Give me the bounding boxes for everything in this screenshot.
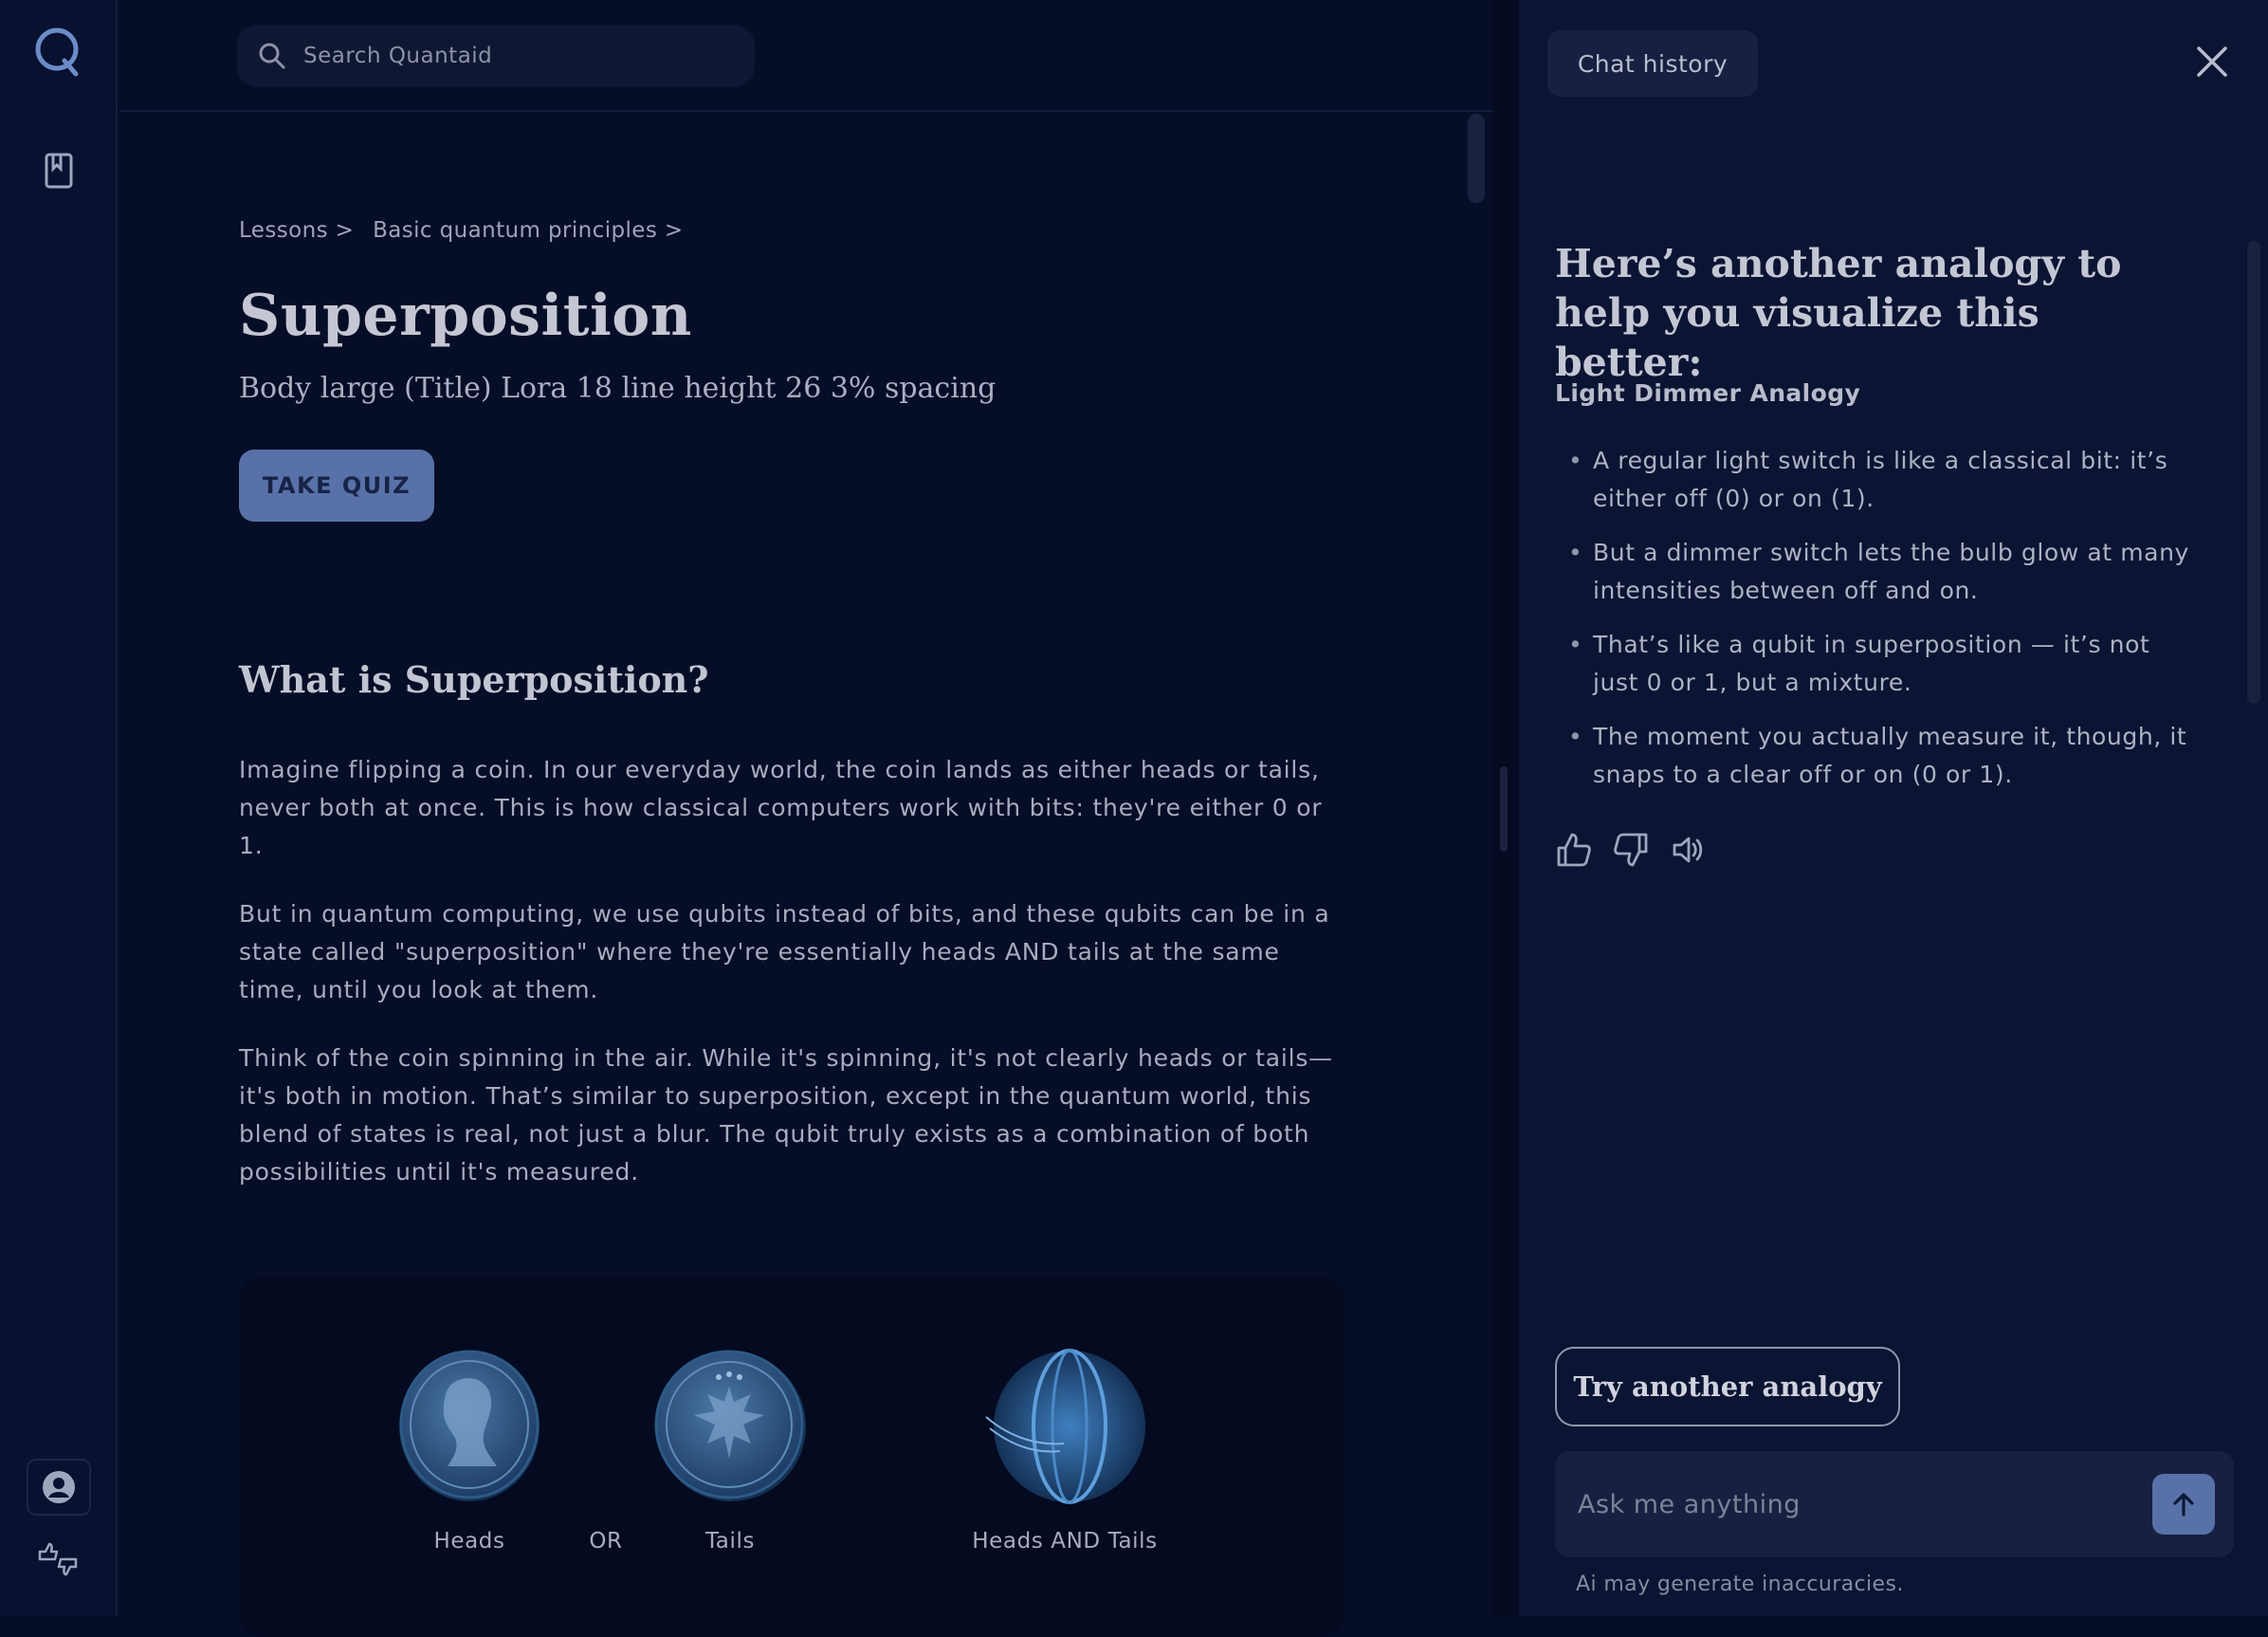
chat-input[interactable] [1578,1483,2109,1525]
breadcrumb: Lessons > Basic quantum principles > [239,218,695,243]
heads-and-tails-label: Heads AND Tails [972,1529,1158,1554]
chat-response-heading: Here’s another analogy to help you visua… [1555,241,2122,385]
analogy-list: A regular light switch is like a classic… [1555,442,2200,810]
list-item: The moment you actually measure it, thou… [1555,718,2200,794]
profile-button[interactable] [27,1459,91,1516]
list-item: A regular light switch is like a classic… [1555,442,2200,518]
paragraph: But in quantum computing, we use qubits … [239,900,1330,1003]
search-bar[interactable]: Search Quantaid [237,25,755,87]
section-title: What is Superposition? [239,658,709,701]
chat-history-button[interactable]: Chat history [1547,30,1758,97]
main-scrollbar[interactable] [1468,114,1485,203]
take-quiz-button[interactable]: TAKE QUIZ [239,450,434,522]
main-content: Search Quantaid Lessons > Basic quantum … [119,0,1492,1637]
analogy-title: Light Dimmer Analogy [1555,379,1861,407]
resize-handle[interactable] [1500,766,1508,852]
page-title: Superposition [239,283,692,349]
bookmark-icon[interactable] [42,152,76,190]
list-item: But a dimmer switch lets the bulb glow a… [1555,534,2200,610]
tails-label: Tails [704,1529,756,1554]
paragraph: Imagine flipping a coin. In our everyday… [239,756,1323,859]
response-actions [1555,831,1707,869]
spinning-coin-image [985,1349,1145,1504]
ai-disclaimer: Ai may generate inaccuracies. [1576,1573,1904,1596]
search-icon [259,43,285,69]
speaker-icon[interactable] [1669,831,1707,869]
breadcrumb-basic-principles[interactable]: Basic quantum principles > [373,218,684,243]
page-subtitle: Body large (Title) Lora 18 line height 2… [239,372,997,405]
chat-scrollbar[interactable] [2247,241,2260,704]
send-button[interactable] [2152,1474,2215,1535]
top-bar: Search Quantaid [119,0,1492,112]
left-rail [0,0,118,1616]
or-label: OR [589,1529,623,1554]
heads-coin-image [399,1350,540,1501]
quantaid-logo[interactable] [30,23,87,80]
tails-coin-image [654,1350,806,1501]
search-input[interactable]: Search Quantaid [303,44,492,68]
user-icon [43,1471,75,1503]
arrow-up-icon [2173,1493,2194,1517]
heads-label: Heads [433,1529,505,1554]
thumbs-down-icon[interactable] [1612,831,1650,869]
try-another-analogy-button[interactable]: Try another analogy [1555,1347,1900,1426]
breadcrumb-lessons[interactable]: Lessons > [239,218,354,243]
coin-illustration-card: Heads OR Tails Heads AND Tails [239,1277,1344,1637]
close-icon[interactable] [2196,46,2228,78]
chat-input-box [1555,1451,2234,1557]
thumbs-up-icon[interactable] [1555,831,1593,869]
feedback-icon[interactable] [36,1540,80,1578]
paragraph: Think of the coin spinning in the air. W… [239,1044,1333,1186]
list-item: That’s like a qubit in superposition — i… [1555,626,2200,702]
chat-panel: Chat history Here’s another analogy to h… [1519,0,2268,1616]
